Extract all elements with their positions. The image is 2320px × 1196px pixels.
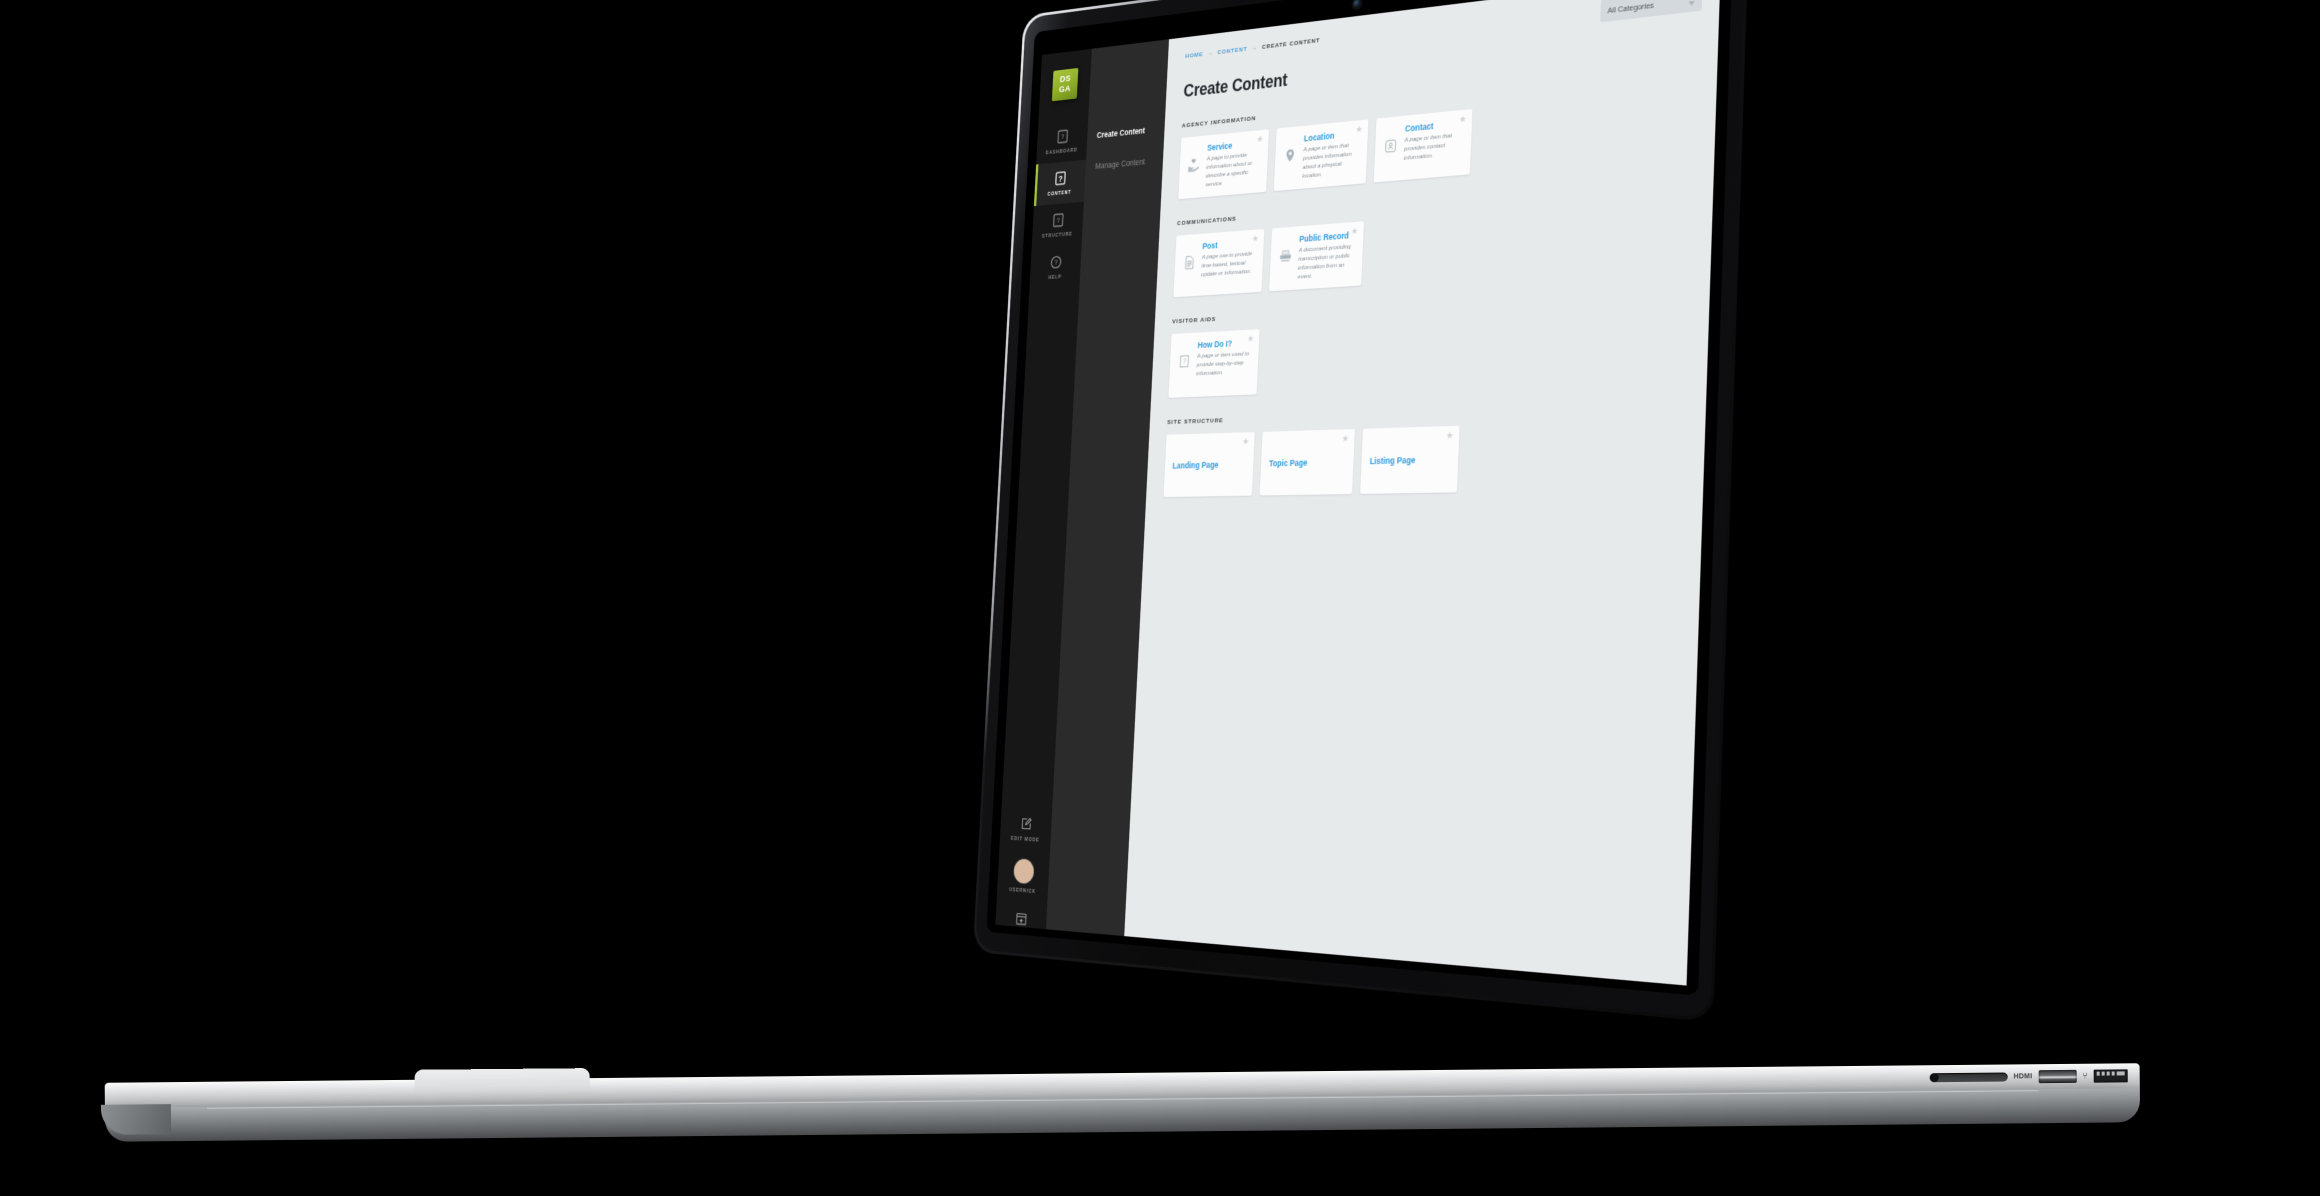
sidebar-item-label: DASHBOARD [1045, 147, 1078, 157]
section-site-structure: SITE STRUCTURE ★ Landing Page ★ Topic Pa… [1163, 401, 1689, 498]
sidebar-item-logout[interactable] [995, 900, 1047, 930]
section-visitor-aids: VISITOR AIDS ★ ? How Do I? A page or ite… [1168, 288, 1692, 398]
content-type-card[interactable]: ★ Service A page to provide information … [1178, 129, 1269, 200]
hdmi-port [2038, 1069, 2077, 1083]
category-filter-select[interactable]: All Categories [1600, 0, 1703, 23]
card-description: A document providing transcription or pu… [1297, 243, 1352, 281]
stepper-arrows-icon [1688, 0, 1695, 6]
content-icon: ? [1053, 170, 1067, 187]
sidebar-item-label: CONTENT [1047, 189, 1072, 198]
star-icon[interactable]: ★ [1247, 333, 1254, 343]
logout-icon [1014, 910, 1028, 928]
svg-text:?: ? [1183, 358, 1187, 365]
star-icon[interactable]: ★ [1242, 436, 1249, 446]
star-icon[interactable]: ★ [1341, 433, 1349, 443]
content-type-card[interactable]: ★ Contact A page or item that provides c… [1373, 108, 1473, 183]
card-description: A page to provide information about or d… [1205, 152, 1253, 189]
sidebar-item-help[interactable]: ? HELP [1029, 244, 1081, 290]
sidebar-item-label: HELP [1048, 274, 1062, 281]
card-description: A page or item that provides contact inf… [1403, 132, 1453, 163]
laptop-device: DS GA ? DASHBOARD ? CONTENT ? STRUCTURE … [972, 0, 1750, 1023]
edit-mode-icon [1019, 815, 1033, 832]
map-pin-icon [1282, 135, 1299, 190]
trackpad-notch [414, 1068, 590, 1092]
dashboard-icon: ? [1055, 128, 1069, 145]
star-icon[interactable]: ★ [1446, 430, 1454, 441]
screen-bezel: DS GA ? DASHBOARD ? CONTENT ? STRUCTURE … [986, 0, 1734, 996]
sidebar-item-edit-mode[interactable]: EDIT MODE [999, 805, 1052, 852]
section-title: VISITOR AIDS [1172, 316, 1217, 326]
svg-text:?: ? [1056, 216, 1060, 225]
chevron-right-icon: → [1251, 44, 1258, 53]
webcam-icon [1352, 0, 1361, 9]
question-box-icon: ? [1176, 342, 1193, 398]
card-row: ★ Post A page use to provide time-based,… [1173, 196, 1695, 298]
chevron-right-icon: → [1207, 49, 1214, 58]
breadcrumb: HOME → CONTENT → CREATE CONTENT [1185, 0, 1702, 60]
sidebar-item-label: STRUCTURE [1041, 231, 1073, 240]
card-row: ★ Service A page to provide information … [1178, 86, 1699, 200]
typewriter-icon [1277, 235, 1294, 290]
star-icon[interactable]: ★ [1252, 233, 1259, 243]
mockup-stage: DS GA ? DASHBOARD ? CONTENT ? STRUCTURE … [0, 0, 2320, 1196]
laptop-base: HDMI ⑂ [100, 1061, 2141, 1159]
content-type-card[interactable]: ★ Topic Page [1259, 428, 1355, 496]
content-type-card[interactable]: ★ ? How Do I? A page or item used to pro… [1168, 329, 1260, 398]
card-title: Contact [1404, 120, 1434, 134]
card-title: Listing Page [1369, 454, 1416, 467]
structure-icon: ? [1051, 212, 1065, 229]
breadcrumb-item-home[interactable]: HOME [1185, 51, 1203, 60]
app-screen: DS GA ? DASHBOARD ? CONTENT ? STRUCTURE … [995, 0, 1721, 986]
content-type-card[interactable]: ★ Landing Page [1163, 432, 1255, 498]
star-icon[interactable]: ★ [1355, 124, 1363, 135]
sidebar-item-content[interactable]: ? CONTENT [1033, 159, 1087, 207]
logo-line-2: GA [1058, 83, 1071, 95]
content-type-card[interactable]: ★ Public Record A document providing tra… [1269, 221, 1364, 292]
page-title: Create Content [1183, 70, 1288, 101]
card-description: A page or item that provides information… [1302, 142, 1352, 181]
usb-icon: ⑂ [2082, 1070, 2088, 1081]
card-title: Post [1202, 240, 1218, 252]
sidebar-item-structure[interactable]: ? STRUCTURE [1032, 202, 1084, 248]
port-group: HDMI ⑂ [1838, 1061, 2138, 1092]
card-title: Landing Page [1172, 459, 1219, 471]
card-description: A page use to provide time-based, textua… [1200, 250, 1253, 279]
breadcrumb-item-current: CREATE CONTENT [1261, 37, 1321, 51]
card-title: Public Record [1299, 230, 1350, 245]
usb-port [2093, 1068, 2128, 1083]
content-type-card[interactable]: ★ Listing Page [1360, 425, 1460, 494]
sd-card-slot [1929, 1072, 2008, 1082]
card-title: How Do I? [1197, 338, 1233, 351]
svg-text:?: ? [1054, 258, 1058, 267]
section-communications: COMMUNICATIONS ★ Post A page use to prov… [1173, 179, 1696, 298]
avatar [1012, 858, 1034, 885]
subnav-item-manage-content[interactable]: Manage Content [1094, 148, 1163, 186]
help-icon: ? [1049, 254, 1063, 271]
document-icon [1181, 243, 1198, 297]
app-logo[interactable]: DS GA [1051, 67, 1079, 102]
star-icon[interactable]: ★ [1351, 226, 1359, 237]
star-icon[interactable]: ★ [1256, 134, 1263, 144]
content-type-card[interactable]: ★ Post A page use to provide time-based,… [1173, 228, 1265, 298]
contact-card-icon [1382, 125, 1400, 182]
hand-heart-icon [1186, 145, 1203, 199]
sidebar-item-user[interactable]: USERNICK [997, 849, 1050, 904]
content-type-card[interactable]: ★ Location A page or item that provides … [1273, 119, 1369, 192]
category-filter-value: All Categories [1607, 0, 1655, 15]
laptop-lid: DS GA ? DASHBOARD ? CONTENT ? STRUCTURE … [972, 0, 1750, 1023]
svg-text:?: ? [1058, 174, 1063, 183]
card-row: ★ Landing Page ★ Topic Page ★ Listing Pa… [1163, 419, 1688, 498]
username-label: USERNICK [1009, 887, 1036, 896]
section-title: SITE STRUCTURE [1167, 417, 1224, 427]
card-title: Topic Page [1268, 457, 1308, 469]
main-content: HOME → CONTENT → CREATE CONTENT All Cate… [1124, 0, 1720, 986]
sidebar-item-dashboard[interactable]: ? DASHBOARD [1036, 118, 1088, 165]
card-description: A page or item used to provide step-by-s… [1196, 350, 1250, 378]
sidebar-item-label: EDIT MODE [1010, 835, 1040, 844]
svg-text:?: ? [1060, 132, 1064, 141]
hdmi-label: HDMI [2013, 1072, 2033, 1080]
breadcrumb-item-content[interactable]: CONTENT [1217, 46, 1247, 56]
star-icon[interactable]: ★ [1459, 114, 1467, 125]
